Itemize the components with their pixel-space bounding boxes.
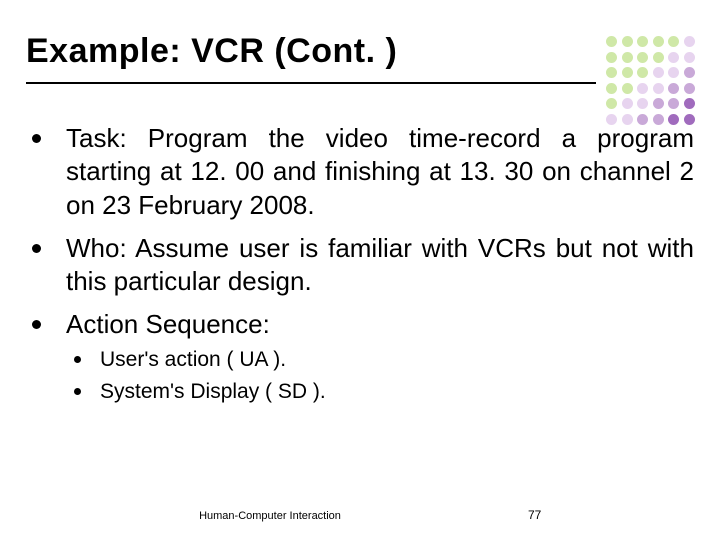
- sub-bullet-item: System's Display ( SD ).: [66, 378, 694, 406]
- title-underline: [26, 82, 596, 84]
- sub-bullet-text: System's Display ( SD ).: [100, 380, 326, 403]
- slide: Example: VCR (Cont. ) Task: Program the …: [0, 0, 720, 540]
- bullet-list: Task: Program the video time-record a pr…: [26, 122, 694, 406]
- bullet-text: Action Sequence:: [66, 309, 270, 339]
- sub-bullet-item: User's action ( UA ).: [66, 346, 694, 374]
- footer-text: Human-Computer Interaction: [0, 510, 540, 522]
- corner-dot-grid-icon: [606, 36, 696, 126]
- bullet-text: Task: Program the video time-record a pr…: [66, 123, 694, 220]
- bullet-item: Who: Assume user is familiar with VCRs b…: [26, 232, 694, 299]
- bullet-item: Task: Program the video time-record a pr…: [26, 122, 694, 222]
- slide-title: Example: VCR (Cont. ): [26, 32, 397, 71]
- page-number: 77: [528, 508, 541, 522]
- body-content: Task: Program the video time-record a pr…: [26, 122, 694, 416]
- sub-bullet-list: User's action ( UA ). System's Display (…: [66, 346, 694, 407]
- bullet-item: Action Sequence: User's action ( UA ). S…: [26, 308, 694, 406]
- bullet-text: Who: Assume user is familiar with VCRs b…: [66, 233, 694, 296]
- sub-bullet-text: User's action ( UA ).: [100, 348, 286, 371]
